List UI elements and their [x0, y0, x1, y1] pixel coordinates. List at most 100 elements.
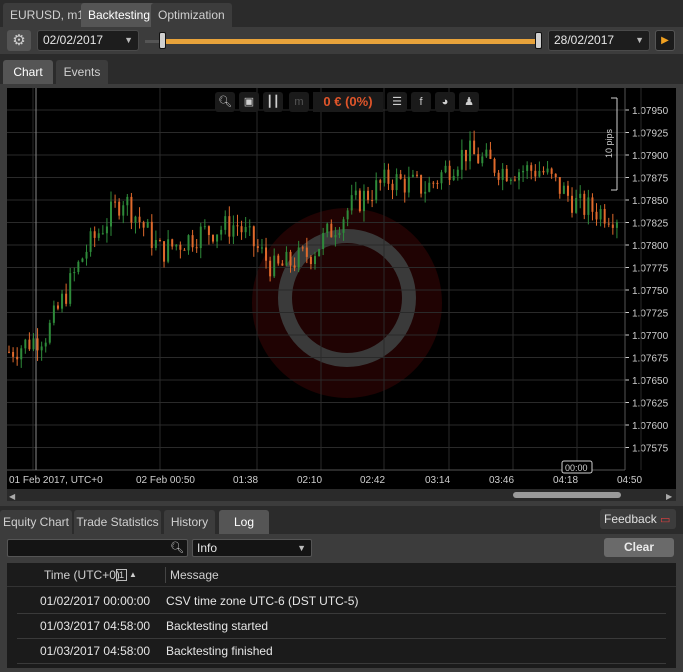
candle-body: [542, 170, 545, 173]
tab-backtesting[interactable]: Backtesting: [81, 3, 158, 27]
backtest-toolbar: ⚙ 02/02/2017 ▼ 28/02/2017 ▼ ▶: [0, 27, 683, 54]
tab-optimization[interactable]: Optimization: [151, 3, 232, 27]
bottom-tab-bar: Equity Chart Trade Statistics History Lo…: [0, 508, 683, 534]
col-message-header[interactable]: Message: [170, 563, 219, 587]
search-input[interactable]: 🔍︎: [7, 539, 188, 557]
log-time: 01/03/2017 04:58:00: [40, 619, 151, 633]
candle-body: [550, 168, 553, 174]
feedback-button[interactable]: Feedback ▭: [600, 509, 676, 529]
candle-body: [203, 226, 206, 228]
log-row[interactable]: 01/03/2017 04:58:00 Backtesting finished: [17, 639, 666, 664]
log-time: 01/03/2017 04:58:00: [40, 644, 151, 658]
candle-body: [546, 168, 549, 173]
candle-body: [56, 305, 59, 309]
candle-body: [460, 149, 463, 170]
candle-body: [424, 191, 427, 194]
time-label: 01 Feb 2017, UTC+0: [9, 475, 103, 486]
candle-body: [509, 179, 512, 182]
candles-icon[interactable]: ┃┃: [263, 92, 283, 112]
zoom-icon[interactable]: 🔍︎: [215, 92, 235, 112]
candle-body: [195, 247, 198, 249]
candle-body: [326, 223, 329, 233]
candle-body: [595, 211, 598, 220]
log-row[interactable]: 01/03/2017 04:58:00 Backtesting started: [17, 614, 666, 639]
tab-equity-chart[interactable]: Equity Chart: [0, 510, 72, 534]
candle-body: [175, 244, 178, 247]
candle-body: [387, 169, 390, 184]
price-chart[interactable]: 1.07950 1.07925 1.07900 1.07875 1.07850 1.078…: [7, 88, 676, 501]
time-label: 03:14: [425, 475, 450, 486]
candle-body: [150, 221, 153, 248]
tab-history[interactable]: History: [164, 510, 215, 534]
pips-label: 10 pips: [604, 128, 614, 158]
candle-body: [44, 342, 47, 347]
share-icon[interactable]: ◕: [435, 92, 455, 112]
log-row[interactable]: 01/02/2017 00:00:00 CSV time zone UTC-6 …: [17, 589, 666, 614]
candle-body: [8, 351, 10, 353]
candle-body: [444, 165, 447, 173]
tab-trade-statistics[interactable]: Trade Statistics: [74, 510, 161, 534]
candle-body: [265, 247, 268, 261]
candle-body: [273, 255, 276, 277]
candle-body: [248, 226, 251, 228]
price-label: 1.07875: [632, 174, 669, 185]
tab-symbol[interactable]: EURUSD, m1: [3, 3, 92, 27]
candle-body: [134, 216, 137, 223]
candle-body: [469, 140, 472, 162]
price-label: 1.07725: [632, 309, 669, 320]
candle-body: [481, 156, 484, 164]
candle-body: [358, 190, 361, 212]
chart-settings-icon[interactable]: ▣: [239, 92, 259, 112]
candle-body: [305, 247, 308, 257]
col-time-header[interactable]: Time (UTC+0): [44, 563, 120, 587]
tab-events[interactable]: Events: [56, 60, 108, 84]
candle-body: [530, 165, 533, 171]
list-icon[interactable]: ☰: [387, 92, 407, 112]
candle-body: [285, 251, 288, 266]
price-label: 1.07650: [632, 376, 669, 387]
range-start-handle[interactable]: [159, 32, 166, 49]
candlestick-chart[interactable]: 1.07950 1.07925 1.07900 1.07875 1.07850 1.078…: [7, 88, 676, 501]
range-end-handle[interactable]: [535, 32, 542, 49]
start-date-select[interactable]: 02/02/2017 ▼: [37, 30, 139, 51]
candle-body: [77, 261, 80, 272]
candle-body: [297, 247, 300, 268]
sort-ascending-icon[interactable]: ▲: [129, 563, 137, 587]
column-divider[interactable]: [165, 567, 166, 583]
price-label: 1.07775: [632, 264, 669, 275]
candle-body: [207, 226, 210, 235]
candle-body: [579, 193, 582, 199]
price-label: 1.07625: [632, 399, 669, 410]
facebook-icon[interactable]: f: [411, 92, 431, 112]
end-date-select[interactable]: 28/02/2017 ▼: [548, 30, 650, 51]
candle-body: [371, 200, 374, 202]
candle-body: [293, 265, 296, 268]
candle-body: [615, 222, 618, 228]
period-icon[interactable]: m: [289, 92, 309, 112]
tab-chart[interactable]: Chart: [3, 60, 53, 84]
candle-body: [179, 244, 182, 250]
candle-body: [69, 273, 72, 304]
price-label: 1.07825: [632, 219, 669, 230]
candle-body: [558, 177, 561, 194]
search-icon[interactable]: 🔍︎: [170, 541, 184, 554]
log-level-select[interactable]: Info ▼: [192, 539, 312, 557]
sort-order-badge: 1: [116, 569, 127, 581]
scroll-right-icon: ▶: [666, 492, 673, 501]
candle-body: [256, 246, 259, 248]
candle-body: [591, 197, 594, 212]
candle-body: [452, 175, 455, 180]
candle-body: [513, 179, 516, 181]
candle-body: [146, 221, 149, 228]
candle-body: [477, 154, 480, 164]
time-label: 02:42: [360, 475, 385, 486]
candle-body: [61, 293, 64, 309]
user-icon[interactable]: ♟: [459, 92, 479, 112]
candle-body: [171, 239, 174, 247]
candle-body: [85, 251, 88, 259]
candle-body: [73, 271, 76, 274]
play-button[interactable]: ▶: [655, 30, 675, 51]
tab-log[interactable]: Log: [219, 510, 269, 534]
gear-icon[interactable]: ⚙: [7, 30, 31, 51]
clear-button[interactable]: Clear: [604, 538, 674, 557]
